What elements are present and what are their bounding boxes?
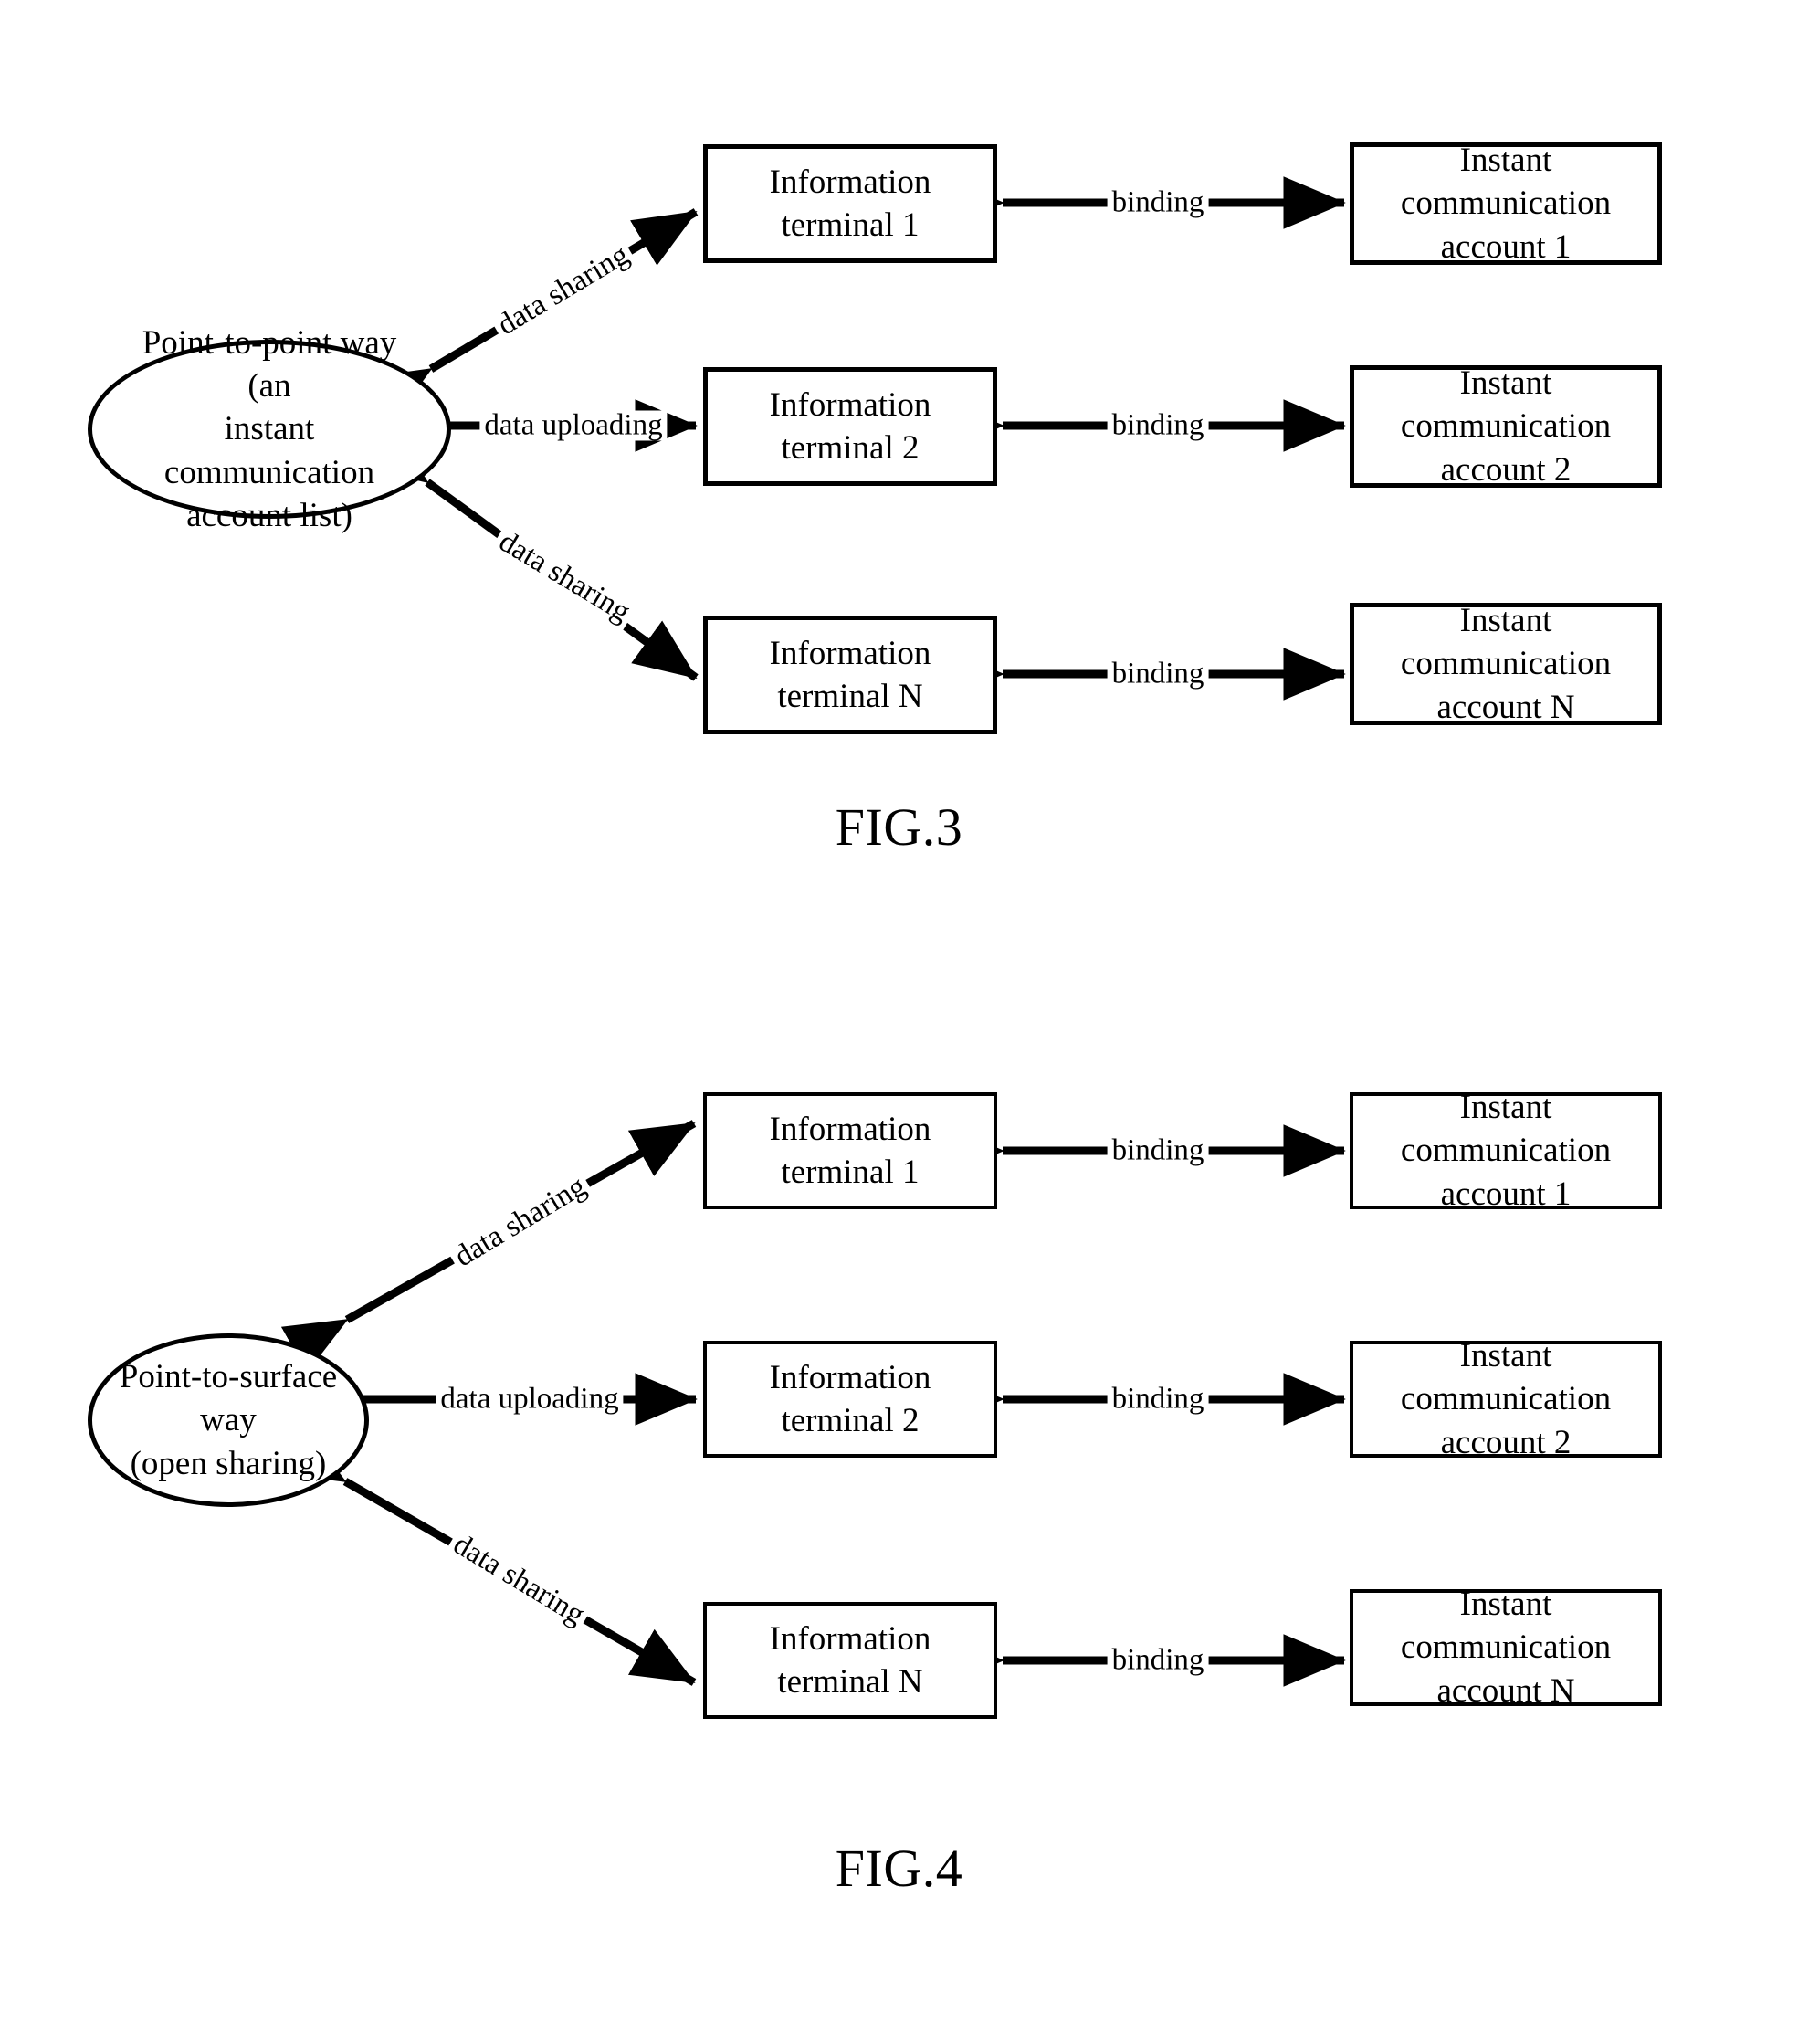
node-instant-communication-account-2: Instant communication account 2 bbox=[1350, 1337, 1662, 1461]
hub-node-point-to-point: Point-to-point way (an instant communica… bbox=[88, 324, 451, 534]
node-instant-communication-account-1: Instant communication account 1 bbox=[1350, 1089, 1662, 1213]
node-label: Information terminal 2 bbox=[769, 1358, 931, 1439]
node-label: Information terminal N bbox=[769, 634, 931, 715]
edge-label-text: data uploading bbox=[484, 408, 663, 442]
node-information-terminal-1: Information terminal 1 bbox=[703, 1092, 997, 1209]
node-label: Instant communication account 2 bbox=[1400, 1336, 1612, 1461]
edge-label-binding-n: binding bbox=[1107, 1643, 1209, 1677]
node-instant-communication-account-2: Instant communication account 2 bbox=[1350, 363, 1662, 489]
node-information-terminal-2: Information terminal 2 bbox=[703, 1341, 997, 1458]
edge-label-text: binding bbox=[1111, 1133, 1204, 1167]
figure-3: Point-to-point way (an instant communica… bbox=[0, 0, 1798, 913]
edge-label-text: binding bbox=[1111, 657, 1204, 690]
node-label: Instant communication account N bbox=[1400, 1585, 1612, 1710]
edge-label-binding-n: binding bbox=[1107, 657, 1209, 690]
node-label: Instant communication account N bbox=[1400, 601, 1612, 726]
node-label: Instant communication account 1 bbox=[1400, 1088, 1612, 1213]
hub-node-point-to-surface: Point-to-surface way (open sharing) bbox=[88, 1333, 369, 1507]
node-information-terminal-n: Information terminal N bbox=[703, 1602, 997, 1719]
node-label: Information terminal 2 bbox=[769, 385, 931, 467]
node-label: Instant communication account 1 bbox=[1400, 141, 1612, 266]
node-label: Information terminal 1 bbox=[769, 1110, 931, 1191]
edge-label-text: binding bbox=[1111, 408, 1204, 442]
figure-3-caption: FIG.3 bbox=[0, 796, 1798, 858]
node-instant-communication-account-n: Instant communication account N bbox=[1350, 602, 1662, 726]
figure-caption-text: FIG.4 bbox=[835, 1839, 963, 1898]
edge-label-binding-1: binding bbox=[1107, 185, 1209, 219]
hub-label: Point-to-point way (an instant communica… bbox=[142, 323, 397, 535]
edge-label-binding-2: binding bbox=[1107, 1382, 1209, 1416]
figure-caption-text: FIG.3 bbox=[835, 797, 963, 857]
node-information-terminal-n: Information terminal N bbox=[703, 616, 997, 734]
node-instant-communication-account-n: Instant communication account N bbox=[1350, 1586, 1662, 1710]
node-label: Information terminal N bbox=[769, 1619, 931, 1701]
hub-label: Point-to-surface way (open sharing) bbox=[119, 1357, 338, 1482]
node-information-terminal-2: Information terminal 2 bbox=[703, 367, 997, 486]
edge-label-text: binding bbox=[1111, 1643, 1204, 1677]
node-information-terminal-1: Information terminal 1 bbox=[703, 144, 997, 263]
edge-label-binding-2: binding bbox=[1107, 408, 1209, 442]
node-label: Information terminal 1 bbox=[769, 163, 931, 244]
edge-label-text: binding bbox=[1111, 1382, 1204, 1416]
node-instant-communication-account-1: Instant communication account 1 bbox=[1350, 142, 1662, 266]
edge-label-data-uploading: data uploading bbox=[436, 1382, 624, 1416]
figure-4-caption: FIG.4 bbox=[0, 1838, 1798, 1899]
edge-label-data-uploading: data uploading bbox=[479, 408, 668, 442]
node-label: Instant communication account 2 bbox=[1400, 363, 1612, 489]
edge-label-binding-1: binding bbox=[1107, 1133, 1209, 1167]
edge-label-text: binding bbox=[1111, 185, 1204, 219]
edge-label-text: data uploading bbox=[440, 1382, 619, 1416]
figure-4: Point-to-surface way (open sharing) Info… bbox=[0, 968, 1798, 1973]
